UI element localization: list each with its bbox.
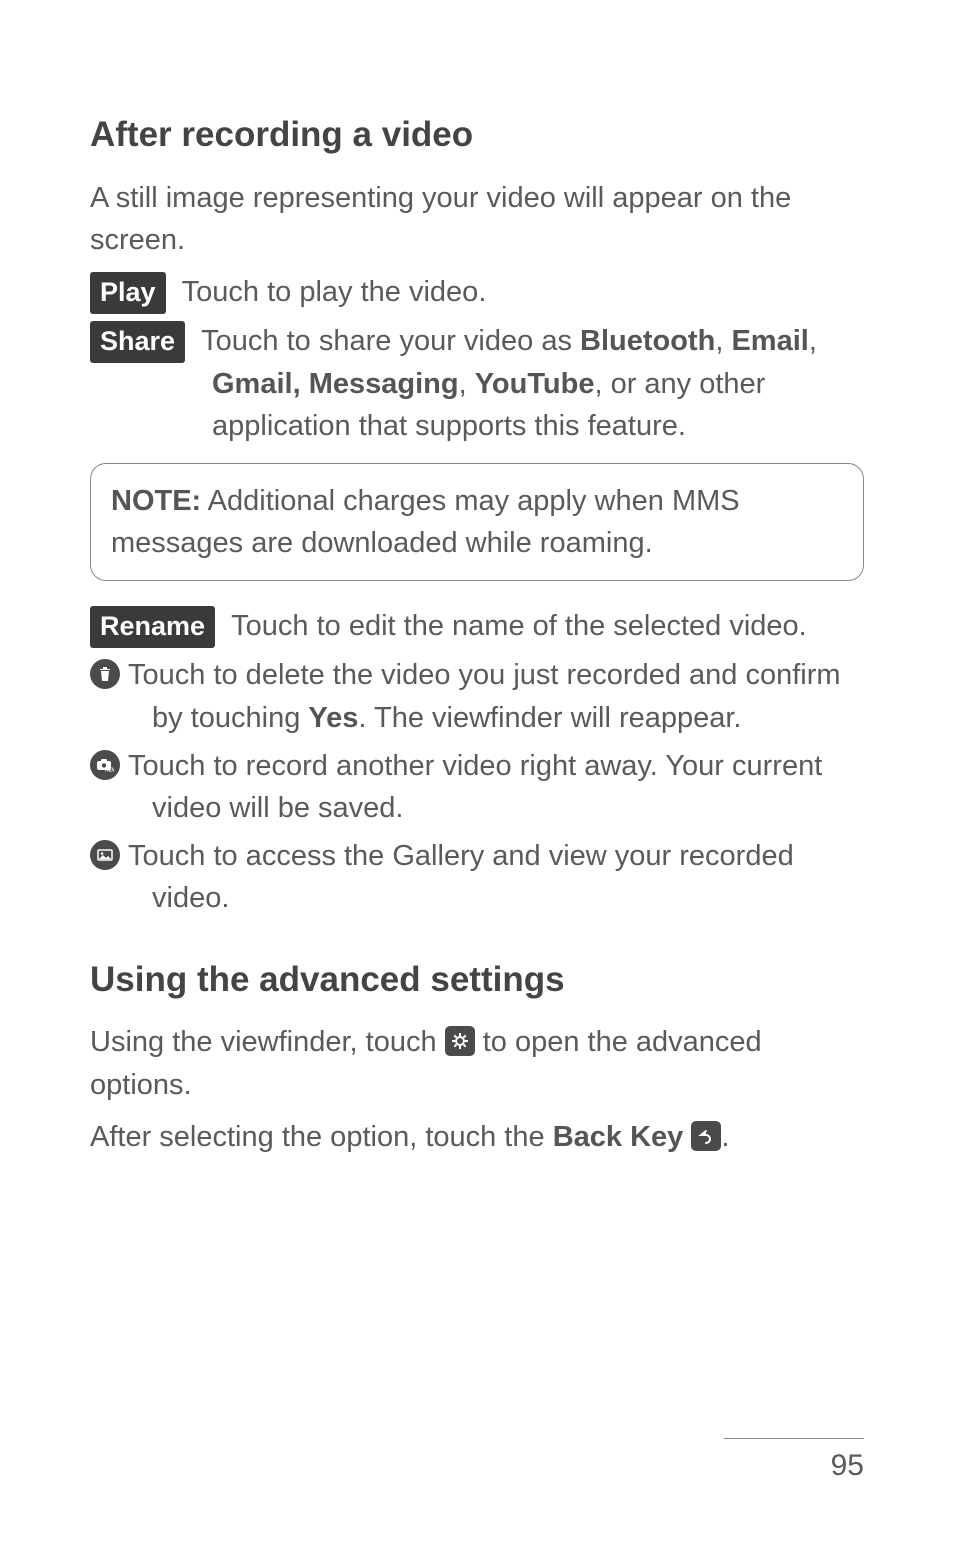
advanced-line1: Using the viewfinder, touch to open the …	[90, 1021, 864, 1105]
newrec-text: Touch to record another video right away…	[128, 750, 822, 824]
play-row: Play Touch to play the video.	[90, 271, 864, 314]
play-text: Touch to play the video.	[182, 276, 487, 308]
trash-icon	[90, 659, 120, 689]
heading-advanced-settings: Using the advanced settings	[90, 955, 864, 1006]
note-box: NOTE: Additional charges may apply when …	[90, 463, 864, 581]
play-badge: Play	[90, 272, 166, 314]
rename-text: Touch to edit the name of the selected v…	[231, 610, 807, 642]
heading-after-recording: After recording a video	[90, 110, 864, 161]
gear-icon	[445, 1026, 475, 1056]
note-label: NOTE:	[111, 485, 201, 517]
note-text: Additional charges may apply when MMS me…	[111, 485, 740, 559]
trash-text: Touch to delete the video you just recor…	[128, 659, 841, 733]
back-key-icon	[691, 1121, 721, 1151]
trash-row: Touch to delete the video you just recor…	[90, 654, 864, 738]
gallery-icon	[90, 840, 120, 870]
advanced-line2: After selecting the option, touch the Ba…	[90, 1116, 864, 1158]
page-number: 95	[831, 1444, 864, 1488]
camera-new-icon: NEW	[90, 750, 120, 780]
gallery-text: Touch to access the Gallery and view you…	[128, 840, 794, 914]
share-row: Share Touch to share your video as Bluet…	[90, 320, 864, 447]
intro-paragraph: A still image representing your video wi…	[90, 177, 864, 261]
svg-text:NEW: NEW	[105, 767, 114, 772]
newrec-row: NEW Touch to record another video right …	[90, 745, 864, 829]
share-text: Touch to share your video as Bluetooth, …	[201, 325, 817, 442]
rename-row: Rename Touch to edit the name of the sel…	[90, 605, 864, 648]
gallery-row: Touch to access the Gallery and view you…	[90, 835, 864, 919]
footer-rule	[724, 1438, 864, 1439]
share-badge: Share	[90, 321, 185, 363]
rename-badge: Rename	[90, 606, 215, 648]
